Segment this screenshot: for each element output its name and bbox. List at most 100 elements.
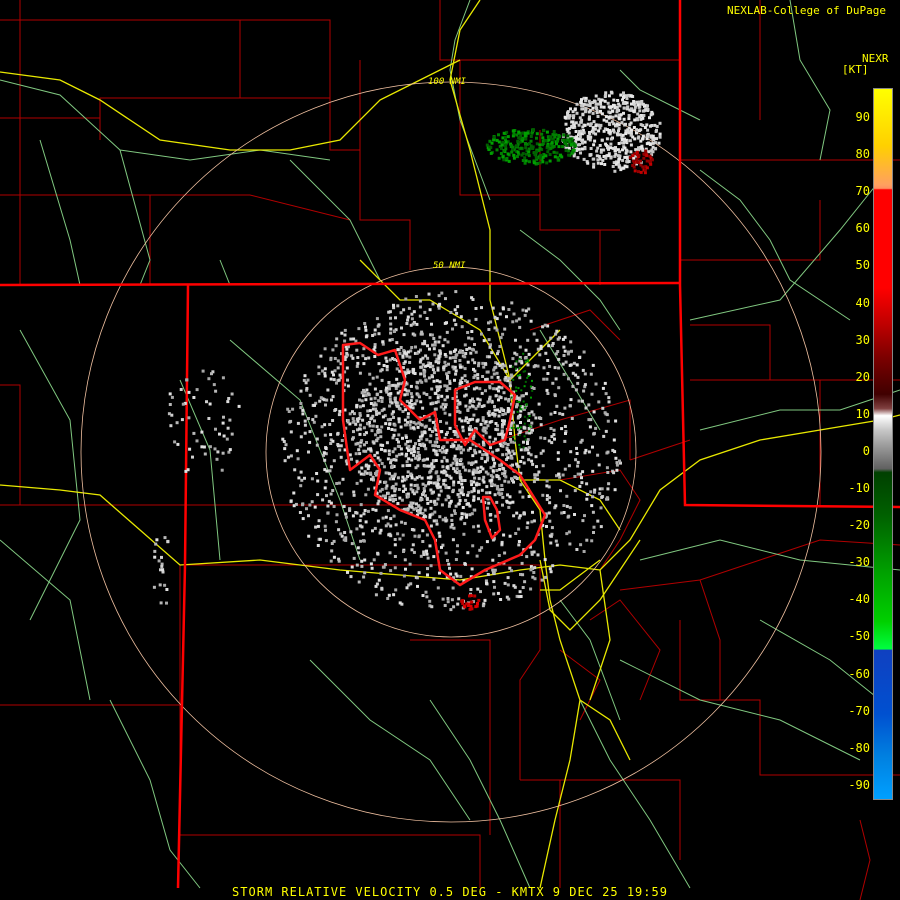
- echo-pixel: [490, 482, 494, 486]
- echo-pixel: [410, 346, 414, 349]
- echo-pixel: [436, 586, 440, 590]
- echo-pixel: [443, 604, 447, 607]
- echo-pixel: [448, 350, 452, 354]
- echo-pixel: [339, 444, 343, 448]
- echo-pixel: [362, 443, 366, 447]
- echo-pixel: [561, 138, 565, 142]
- echo-pixel: [222, 415, 225, 419]
- echo-pixel: [481, 361, 485, 365]
- echo-pixel: [492, 458, 495, 462]
- echo-pixel: [517, 130, 521, 134]
- echo-pixel: [153, 555, 157, 559]
- echo-pixel: [521, 495, 525, 499]
- echo-pixel: [434, 360, 438, 364]
- echo-pixel: [575, 452, 579, 455]
- echo-pixel: [535, 338, 539, 342]
- range-ring-100: [80, 81, 822, 823]
- echo-pixel: [533, 473, 537, 477]
- echo-pixel: [500, 429, 504, 433]
- echo-pixel: [604, 142, 608, 146]
- echo-pixel: [432, 577, 436, 581]
- echo-pixel: [640, 145, 644, 149]
- echo-pixel: [469, 479, 473, 483]
- echo-pixel: [357, 551, 361, 555]
- echo-pixel: [458, 401, 462, 405]
- echo-pixel: [563, 467, 567, 471]
- echo-pixel: [556, 139, 559, 143]
- echo-pixel: [389, 331, 393, 335]
- echo-pixel: [523, 415, 526, 418]
- echo-pixel: [409, 420, 413, 424]
- echo-pixel: [379, 435, 383, 439]
- echo-pixel: [441, 402, 445, 406]
- echo-pixel: [396, 382, 400, 386]
- echo-pixel: [433, 499, 437, 503]
- echo-pixel: [588, 425, 592, 429]
- echo-pixel: [414, 422, 418, 426]
- echo-pixel: [444, 519, 448, 523]
- echo-pixel: [479, 422, 483, 426]
- echo-pixel: [552, 130, 556, 133]
- echo-pixel: [632, 109, 636, 113]
- echo-pixel: [486, 400, 490, 404]
- echo-pixel: [593, 490, 596, 494]
- echo-pixel: [407, 457, 411, 461]
- echo-pixel: [515, 386, 518, 389]
- echo-pixel: [455, 550, 459, 554]
- echo-pixel: [529, 319, 533, 323]
- echo-pixel: [507, 449, 511, 453]
- echo-pixel: [471, 417, 475, 421]
- echo-pixel: [534, 155, 538, 159]
- echo-pixel: [402, 489, 405, 493]
- echo-pixel: [413, 534, 417, 538]
- echo-pixel: [312, 420, 316, 424]
- echo-pixel: [470, 512, 474, 516]
- echo-pixel: [568, 363, 572, 367]
- echo-pixel: [567, 377, 570, 381]
- echo-pixel: [418, 299, 422, 303]
- echo-pixel: [165, 601, 168, 605]
- echo-pixel: [622, 100, 626, 104]
- echo-pixel: [555, 543, 559, 547]
- echo-pixel: [366, 409, 370, 413]
- echo-pixel: [544, 351, 548, 355]
- echo-pixel: [478, 398, 482, 402]
- echo-pixel: [216, 450, 220, 454]
- echo-pixel: [166, 539, 170, 543]
- echo-pixel: [577, 147, 581, 151]
- echo-pixel: [422, 371, 426, 375]
- echo-pixel: [424, 354, 428, 358]
- echo-pixel: [301, 517, 305, 521]
- echo-pixel: [592, 99, 596, 103]
- echo-pixel: [380, 425, 384, 429]
- echo-pixel: [406, 415, 410, 419]
- echo-pixel: [526, 338, 530, 342]
- echo-pixel: [377, 362, 381, 366]
- echo-pixel: [505, 446, 509, 450]
- echo-pixel: [396, 391, 400, 395]
- echo-pixel: [490, 141, 494, 145]
- echo-pixel: [307, 534, 311, 538]
- echo-pixel: [401, 354, 405, 358]
- echo-pixel: [326, 504, 330, 508]
- echo-pixel: [526, 417, 529, 420]
- echo-pixel: [619, 113, 623, 117]
- echo-pixel: [462, 532, 466, 536]
- echo-pixel: [386, 597, 390, 600]
- echo-pixel: [316, 479, 320, 483]
- echo-pixel: [597, 154, 601, 158]
- echo-pixel: [519, 407, 522, 410]
- echo-pixel: [431, 302, 435, 306]
- echo-pixel: [605, 413, 609, 417]
- echo-pixel: [484, 362, 487, 366]
- echo-pixel: [553, 366, 557, 370]
- echo-pixel: [421, 482, 425, 486]
- echo-pixel: [590, 539, 594, 543]
- echo-pixel: [493, 408, 497, 412]
- echo-pixel: [576, 460, 580, 464]
- echo-pixel: [638, 115, 642, 119]
- echo-pixel: [531, 462, 535, 466]
- echo-pixel: [528, 415, 531, 417]
- echo-pixel: [612, 438, 616, 442]
- echo-pixel: [404, 442, 408, 446]
